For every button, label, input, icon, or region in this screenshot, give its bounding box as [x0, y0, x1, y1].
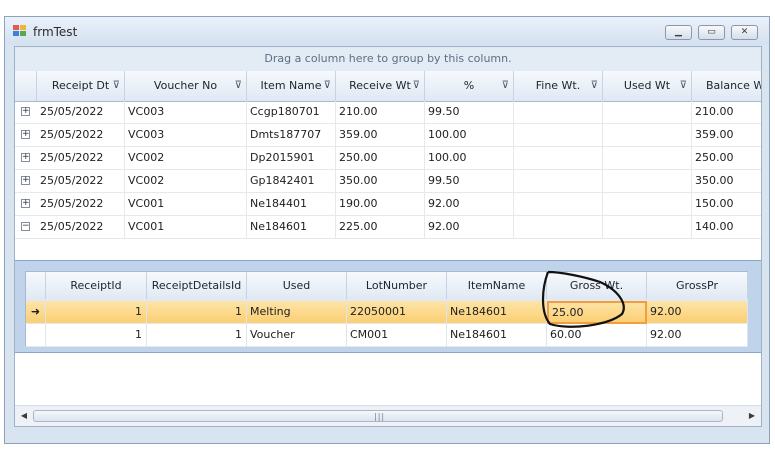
expander-header: [15, 71, 37, 101]
table-row[interactable]: + 25/05/2022 VC001 Ne184401 190.00 92.00…: [15, 193, 761, 216]
filter-icon[interactable]: ⊽: [113, 71, 120, 101]
main-window: frmTest ▁ ▭ ✕ Drag a column here to grou…: [4, 16, 770, 444]
filter-icon[interactable]: ⊽: [324, 71, 331, 101]
scroll-right-icon[interactable]: ▶: [746, 410, 758, 422]
minimize-button[interactable]: ▁: [665, 25, 692, 40]
col-header-percent[interactable]: % ⊽: [425, 71, 514, 101]
expand-icon[interactable]: +: [21, 199, 30, 208]
detail-view: ReceiptId ReceiptDetailsId Used LotNumbe…: [15, 260, 761, 353]
data-grid: Drag a column here to group by this colu…: [14, 46, 762, 427]
expand-icon[interactable]: +: [21, 153, 30, 162]
window-title: frmTest: [33, 25, 78, 39]
detail-row[interactable]: 1 1 Voucher CM001 Ne184601 60.00 92.00: [25, 324, 748, 347]
expand-icon[interactable]: +: [21, 176, 30, 185]
expand-icon[interactable]: +: [21, 130, 30, 139]
col-header-item-name[interactable]: Item Name ⊽: [247, 71, 336, 101]
group-panel[interactable]: Drag a column here to group by this colu…: [15, 47, 761, 72]
table-row[interactable]: + 25/05/2022 VC002 Gp1842401 350.00 99.5…: [15, 170, 761, 193]
indicator-header: [26, 272, 46, 299]
col-header-receive-wt[interactable]: Receive Wt ⊽: [336, 71, 425, 101]
title-bar: frmTest ▁ ▭ ✕: [5, 17, 769, 45]
scroll-grip: |||: [374, 412, 386, 421]
horizontal-scrollbar[interactable]: ◀ ||| ▶: [15, 405, 761, 426]
filter-icon[interactable]: ⊽: [591, 71, 598, 101]
scroll-thumb[interactable]: |||: [33, 410, 723, 422]
maximize-button[interactable]: ▭: [698, 25, 725, 40]
col-header-voucher-no[interactable]: Voucher No ⊽: [125, 71, 247, 101]
col-header-fine-wt[interactable]: Fine Wt. ⊽: [514, 71, 603, 101]
filter-icon[interactable]: ⊽: [680, 71, 687, 101]
table-row[interactable]: − 25/05/2022 VC001 Ne184601 225.00 92.00…: [15, 216, 761, 239]
col-header-lot-number[interactable]: LotNumber: [347, 272, 447, 299]
maximize-icon: ▭: [707, 27, 716, 37]
filter-icon[interactable]: ⊽: [502, 71, 509, 101]
group-prompt: Drag a column here to group by this colu…: [264, 52, 512, 65]
handwritten-circle: [541, 270, 625, 328]
app-icon: [13, 25, 26, 37]
close-button[interactable]: ✕: [731, 25, 758, 40]
col-header-receipt-dt[interactable]: Receipt Dt ⊽: [37, 71, 125, 101]
expand-icon[interactable]: +: [21, 107, 30, 116]
col-header-item-name[interactable]: ItemName: [447, 272, 547, 299]
detail-header: ReceiptId ReceiptDetailsId Used LotNumbe…: [25, 271, 748, 302]
collapse-icon[interactable]: −: [21, 222, 30, 231]
table-row[interactable]: + 25/05/2022 VC003 Ccgp180701 210.00 99.…: [15, 101, 761, 124]
table-row[interactable]: + 25/05/2022 VC003 Dmts187707 359.00 100…: [15, 124, 761, 147]
filter-icon[interactable]: ⊽: [235, 71, 242, 101]
minimize-icon: ▁: [675, 27, 682, 37]
row-indicator-icon: ➜: [26, 301, 46, 324]
col-header-used-wt[interactable]: Used Wt ⊽: [603, 71, 692, 101]
col-header-used[interactable]: Used: [247, 272, 347, 299]
col-header-receipt-details-id[interactable]: ReceiptDetailsId: [147, 272, 247, 299]
col-header-balance-wt[interactable]: Balance Wt: [692, 71, 761, 101]
col-header-gross-pr[interactable]: GrossPr: [647, 272, 748, 299]
close-icon: ✕: [740, 27, 749, 37]
scroll-left-icon[interactable]: ◀: [18, 410, 30, 422]
col-header-receipt-id[interactable]: ReceiptId: [46, 272, 147, 299]
grid-header: Receipt Dt ⊽ Voucher No ⊽ Item Name ⊽ Recei…: [15, 71, 761, 102]
detail-row-selected[interactable]: ➜ 1 1 Melting 22050001 Ne184601 25.00 92…: [25, 301, 748, 324]
table-row[interactable]: + 25/05/2022 VC002 Dp2015901 250.00 100.…: [15, 147, 761, 170]
filter-icon[interactable]: ⊽: [413, 71, 420, 101]
